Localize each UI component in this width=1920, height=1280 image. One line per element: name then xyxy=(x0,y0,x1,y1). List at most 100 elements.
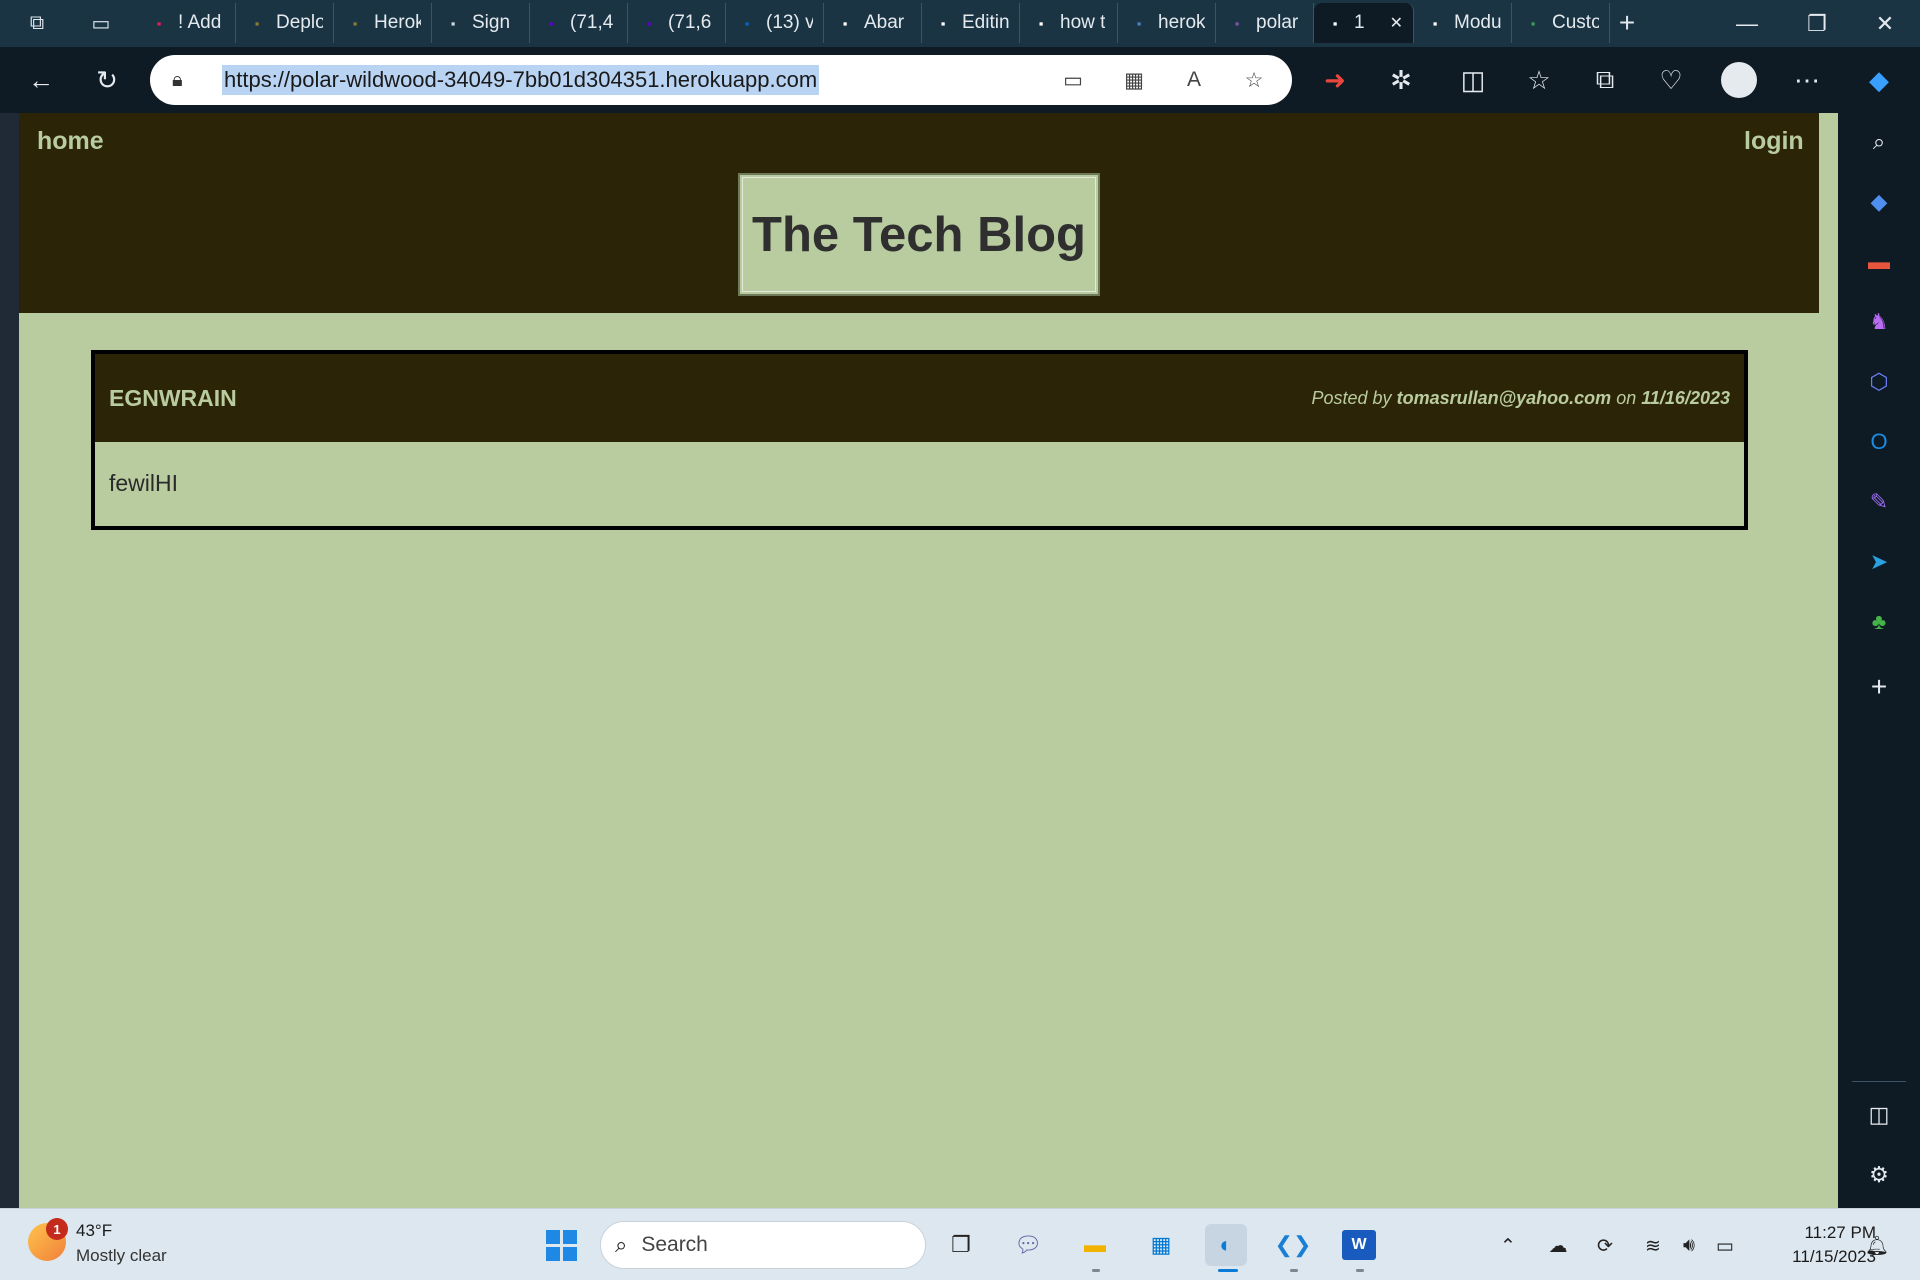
sync-icon[interactable]: ⟳ xyxy=(1590,1231,1620,1261)
read-aloud-icon[interactable]: A xyxy=(1176,66,1212,94)
search-icon: ⌕ xyxy=(615,1232,628,1257)
favorites-icon[interactable]: ☆ xyxy=(1516,57,1562,103)
teams-chat-icon[interactable]: 💬︎ xyxy=(1007,1224,1049,1266)
copilot-icon[interactable]: ◆ xyxy=(1856,57,1902,103)
browser-tab[interactable]: ▪ polar xyxy=(1216,3,1314,43)
weather-condition[interactable]: Mostly clear xyxy=(76,1246,167,1266)
clock-date: 11/15/2023 xyxy=(1792,1247,1876,1266)
split-screen-icon[interactable]: ◫ xyxy=(1450,57,1496,103)
lock-icon[interactable]: 🔒︎ xyxy=(172,69,212,92)
browser-essentials-icon[interactable]: ♡ xyxy=(1648,57,1694,103)
tab-list: ▪ ! Add ▪ Deplo ▪ Herok ▪ Sign ▪ (71,4 ▪ (71,6 ▪ (13)… xyxy=(138,3,1610,43)
new-tab-icon[interactable]: + xyxy=(1614,7,1640,38)
tab-title: Sign xyxy=(472,12,511,33)
browser-tab[interactable]: ▪ how t xyxy=(1020,3,1118,43)
tab-title: (13) v xyxy=(766,12,813,33)
profile-avatar-icon[interactable] xyxy=(1716,57,1762,103)
blog-post-card[interactable]: EGNWRAIN Posted by tomasrullan@yahoo.com… xyxy=(91,350,1748,530)
search-icon[interactable]: ⌕ xyxy=(1860,123,1898,161)
extension-arrow-icon[interactable]: ➜ xyxy=(1312,57,1358,103)
browser-tab[interactable]: ▪ 1 ✕ xyxy=(1314,3,1414,43)
browser-tab-strip: ⧉ ▭ ▪! Add ▪ Deplo ▪ Herok ▪ Sign ▪ (71,4 ▪ (71,6 ▪… xyxy=(0,0,1920,47)
edge-browser-icon[interactable]: ◐ xyxy=(1205,1224,1247,1266)
tab-actions-icon[interactable]: ▭ xyxy=(88,10,114,36)
send-icon[interactable]: ➤ xyxy=(1860,543,1898,581)
page-icon: ▪ xyxy=(450,15,456,31)
app-available-icon[interactable]: ▭ xyxy=(1055,66,1091,94)
favorite-star-icon[interactable]: ☆ xyxy=(1236,66,1272,94)
browser-tab[interactable]: ▪ Editin xyxy=(922,3,1020,43)
tree-icon[interactable]: ♣ xyxy=(1860,603,1898,641)
browser-tab[interactable]: ▪ Sign xyxy=(432,3,530,43)
add-sidebar-app-icon[interactable]: + xyxy=(1860,668,1898,706)
designer-icon[interactable]: ✎ xyxy=(1860,483,1898,521)
outlook-icon[interactable]: O xyxy=(1860,423,1898,461)
vscode-icon[interactable]: ❮❯ xyxy=(1272,1224,1314,1266)
slack-icon: ▪ xyxy=(156,15,162,31)
workspaces-icon[interactable]: ⧉ xyxy=(24,10,50,36)
active-app-indicator xyxy=(1218,1269,1238,1272)
browser-tab[interactable]: ▪ Deplo xyxy=(236,3,334,43)
close-tab-icon[interactable]: ✕ xyxy=(1390,13,1403,33)
browser-tab[interactable]: ▪ (71,4 xyxy=(530,3,628,43)
browser-tab[interactable]: ▪ Custo xyxy=(1512,3,1610,43)
minimize-icon[interactable]: — xyxy=(1712,0,1782,47)
microsoft-365-icon[interactable]: ⬡ xyxy=(1860,363,1898,401)
start-windows-icon[interactable] xyxy=(540,1224,582,1266)
volume-icon[interactable]: 🔊︎ xyxy=(1674,1231,1704,1261)
fs-icon: ▪ xyxy=(352,15,358,31)
more-menu-icon[interactable]: ⋯ xyxy=(1784,57,1830,103)
browser-tab[interactable]: ▪ herok xyxy=(1118,3,1216,43)
post-meta-prefix: Posted by xyxy=(1311,387,1392,408)
word-icon[interactable]: W xyxy=(1338,1224,1380,1266)
sidebar-divider xyxy=(1852,1081,1906,1082)
refresh-icon[interactable]: ↻ xyxy=(84,57,130,103)
clock-time: 11:27 PM xyxy=(1804,1223,1876,1242)
browser-tab[interactable]: ▪ (13) v xyxy=(726,3,824,43)
tab-title: Custo xyxy=(1552,12,1599,33)
tab-title: Editin xyxy=(962,12,1009,33)
yahoo-mail-icon: ▪ xyxy=(548,15,554,31)
taskbar-search[interactable]: ⌕ Search xyxy=(600,1221,926,1269)
browser-tab[interactable]: ▪ Abar xyxy=(824,3,922,43)
restore-icon[interactable]: ❐ xyxy=(1782,0,1852,47)
windows-taskbar: 1 43°F Mostly clear ⌕ Search ❐ 💬︎ ▬ ▦ ◐ … xyxy=(0,1208,1920,1280)
qr-code-icon[interactable]: ▦ xyxy=(1116,66,1152,94)
back-icon[interactable]: ← xyxy=(18,57,64,103)
collections-icon[interactable]: ⧉ xyxy=(1582,57,1628,103)
hide-sidebar-icon[interactable]: ◫ xyxy=(1860,1096,1898,1134)
extensions-icon[interactable]: ✲ xyxy=(1378,57,1424,103)
login-link[interactable]: login xyxy=(1744,127,1804,156)
page-viewport: home login The Tech Blog EGNWRAIN Posted… xyxy=(19,113,1838,1208)
notifications-bell-icon[interactable]: 🔔︎ xyxy=(1862,1231,1892,1261)
browser-tab[interactable]: ▪ Herok xyxy=(334,3,432,43)
wifi-icon[interactable]: ≋ xyxy=(1638,1231,1668,1261)
task-view-icon[interactable]: ❐ xyxy=(940,1224,982,1266)
tools-icon[interactable]: ▬ xyxy=(1860,243,1898,281)
browser-tab[interactable]: ▪ Modu xyxy=(1414,3,1512,43)
tab-title: Herok xyxy=(374,12,421,33)
close-window-icon[interactable]: ✕ xyxy=(1850,0,1920,47)
heroku-icon: ▪ xyxy=(1234,15,1240,31)
home-link[interactable]: home xyxy=(37,127,104,156)
shopping-tag-icon[interactable]: ◆ xyxy=(1860,183,1898,221)
url-text[interactable]: https://polar-wildwood-34049-7bb01d30435… xyxy=(222,65,820,95)
file-explorer-icon[interactable]: ▬ xyxy=(1074,1224,1116,1266)
browser-tab[interactable]: ▪ ! Add xyxy=(138,3,236,43)
tab-title: Modu xyxy=(1454,12,1501,33)
spinner-icon: ▪ xyxy=(1530,15,1536,31)
post-title[interactable]: EGNWRAIN xyxy=(109,385,237,412)
tab-title: 1 xyxy=(1354,12,1365,33)
settings-gear-icon[interactable]: ⚙ xyxy=(1860,1156,1898,1194)
browser-tab[interactable]: ▪ (71,6 xyxy=(628,3,726,43)
weather-badge: 1 xyxy=(46,1218,68,1240)
weather-temperature[interactable]: 43°F xyxy=(76,1221,112,1241)
battery-icon[interactable]: ▭ xyxy=(1710,1231,1740,1261)
github-icon: ▪ xyxy=(940,15,946,31)
system-clock[interactable]: 11:27 PM 11/15/2023 xyxy=(1756,1221,1876,1269)
games-icon[interactable]: ♞ xyxy=(1860,303,1898,341)
tab-title: (71,6 xyxy=(668,12,712,33)
show-hidden-icons-chevron-icon[interactable]: ⌃ xyxy=(1493,1231,1523,1261)
microsoft-store-icon[interactable]: ▦ xyxy=(1140,1224,1182,1266)
onedrive-cloud-icon[interactable]: ☁ xyxy=(1543,1231,1573,1261)
